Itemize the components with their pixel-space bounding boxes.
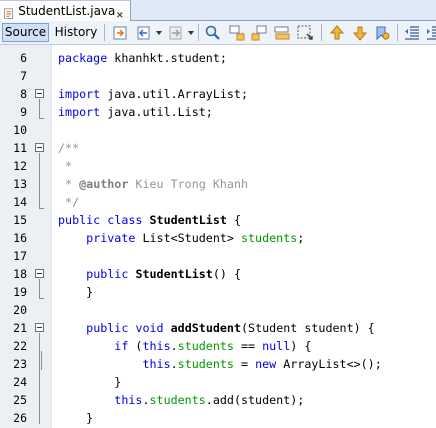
line-number: 11 — [13, 141, 27, 155]
line-number: 24 — [13, 375, 27, 389]
code-text: */ — [58, 195, 80, 209]
line-number: 26 — [13, 411, 27, 425]
file-tab[interactable]: StudentList.java — [0, 0, 131, 21]
previous-bookmark-icon[interactable] — [328, 24, 346, 42]
line-number: 23 — [13, 357, 27, 371]
code-text: private List<Student> students; — [86, 231, 305, 245]
code-line: 8 import java.util.ArrayList; — [0, 85, 436, 103]
code-line: 12 * — [0, 157, 436, 175]
java-file-icon — [3, 4, 14, 19]
code-line: 7 — [0, 67, 436, 85]
find-next-icon[interactable] — [250, 24, 268, 42]
code-line: 16 private List<Student> students; — [0, 229, 436, 247]
code-text: if (this.students == null) { — [114, 339, 312, 353]
line-number: 25 — [13, 393, 27, 407]
code-line: 20 — [0, 301, 436, 319]
line-number: 13 — [13, 177, 27, 191]
line-number: 17 — [13, 249, 27, 263]
code-editor[interactable]: 6 package khanhkt.student; 7 8 import ja… — [0, 45, 436, 428]
code-text: } — [58, 285, 94, 299]
code-text: public void addStudent(Student student) … — [86, 321, 375, 335]
code-line: 18 public StudentList() { — [0, 265, 436, 283]
close-tab-icon[interactable] — [115, 5, 125, 19]
line-number: 19 — [13, 285, 27, 299]
file-tab-label: StudentList.java — [18, 4, 116, 18]
history-view-button[interactable]: History — [52, 23, 100, 42]
line-number: 15 — [13, 213, 27, 227]
code-text: } — [58, 411, 94, 425]
code-line: 9 import java.util.List; — [0, 103, 436, 121]
fold-toggle-icon[interactable] — [35, 143, 44, 152]
code-text: import java.util.ArrayList; — [58, 87, 249, 101]
editor-toolbar: Source History — [0, 21, 436, 45]
toggle-bookmark-icon[interactable] — [373, 24, 391, 42]
shift-line-left-icon[interactable] — [403, 24, 421, 42]
code-text: package khanhkt.student; — [58, 51, 227, 65]
code-text: this.students.add(student); — [114, 393, 305, 407]
line-number: 14 — [13, 195, 27, 209]
code-line: 13 * @author Kieu Trong Khanh — [0, 175, 436, 193]
fold-toggle-icon[interactable] — [35, 269, 44, 278]
code-line: 6 package khanhkt.student; — [0, 49, 436, 67]
code-line: 25 this.students.add(student); — [0, 391, 436, 409]
line-number: 18 — [13, 267, 27, 281]
code-line: 23 this.students = new ArrayList<>(); — [0, 355, 436, 373]
line-number: 12 — [13, 159, 27, 173]
find-icon[interactable] — [204, 24, 222, 42]
find-previous-icon[interactable] — [228, 24, 246, 42]
code-line: 15 public class StudentList { — [0, 211, 436, 229]
forward-dropdown-icon[interactable] — [188, 31, 194, 36]
shift-line-right-icon[interactable] — [425, 24, 436, 42]
code-line: 19 } — [0, 283, 436, 301]
line-number: 10 — [13, 123, 27, 137]
code-text: /** — [58, 141, 80, 155]
line-number: 22 — [13, 339, 27, 353]
line-number: 20 — [13, 303, 27, 317]
line-number: 7 — [20, 69, 27, 83]
code-text: public class StudentList { — [58, 213, 241, 227]
line-number: 16 — [13, 231, 27, 245]
code-line: 10 — [0, 121, 436, 139]
code-line: 21 public void addStudent(Student studen… — [0, 319, 436, 337]
code-text: } — [58, 375, 122, 389]
toolbar-separator — [104, 24, 105, 41]
code-line: 22 if (this.students == null) { — [0, 337, 436, 355]
code-line: 17 — [0, 247, 436, 265]
toggle-highlight-search-icon[interactable] — [273, 24, 291, 42]
line-number: 9 — [20, 105, 27, 119]
code-text: import java.util.List; — [58, 105, 213, 119]
last-edit-icon[interactable] — [111, 24, 129, 42]
toolbar-separator — [198, 24, 199, 41]
code-text: this.students = new ArrayList<>(); — [142, 357, 382, 371]
code-text: * — [58, 159, 73, 173]
toggle-rectangular-selection-icon[interactable] — [296, 24, 314, 42]
code-text: public StudentList() { — [86, 267, 241, 281]
code-line: 26 } — [0, 409, 436, 427]
editor-tab-strip: StudentList.java — [0, 0, 436, 21]
back-dropdown-icon[interactable] — [156, 31, 162, 36]
forward-icon[interactable] — [167, 24, 185, 42]
line-number: 8 — [20, 87, 27, 101]
toolbar-separator — [321, 24, 322, 41]
next-bookmark-icon[interactable] — [351, 24, 369, 42]
code-text: * @author Kieu Trong Khanh — [58, 177, 249, 191]
source-view-button[interactable]: Source — [2, 23, 49, 42]
toolbar-separator — [397, 24, 398, 41]
back-icon[interactable] — [135, 24, 153, 42]
line-number: 6 — [20, 51, 27, 65]
fold-toggle-icon[interactable] — [35, 323, 44, 332]
line-number: 21 — [13, 321, 27, 335]
code-line: 14 */ — [0, 193, 436, 211]
code-line: 11 /** — [0, 139, 436, 157]
fold-toggle-icon[interactable] — [35, 89, 44, 98]
code-line: 24 } — [0, 373, 436, 391]
